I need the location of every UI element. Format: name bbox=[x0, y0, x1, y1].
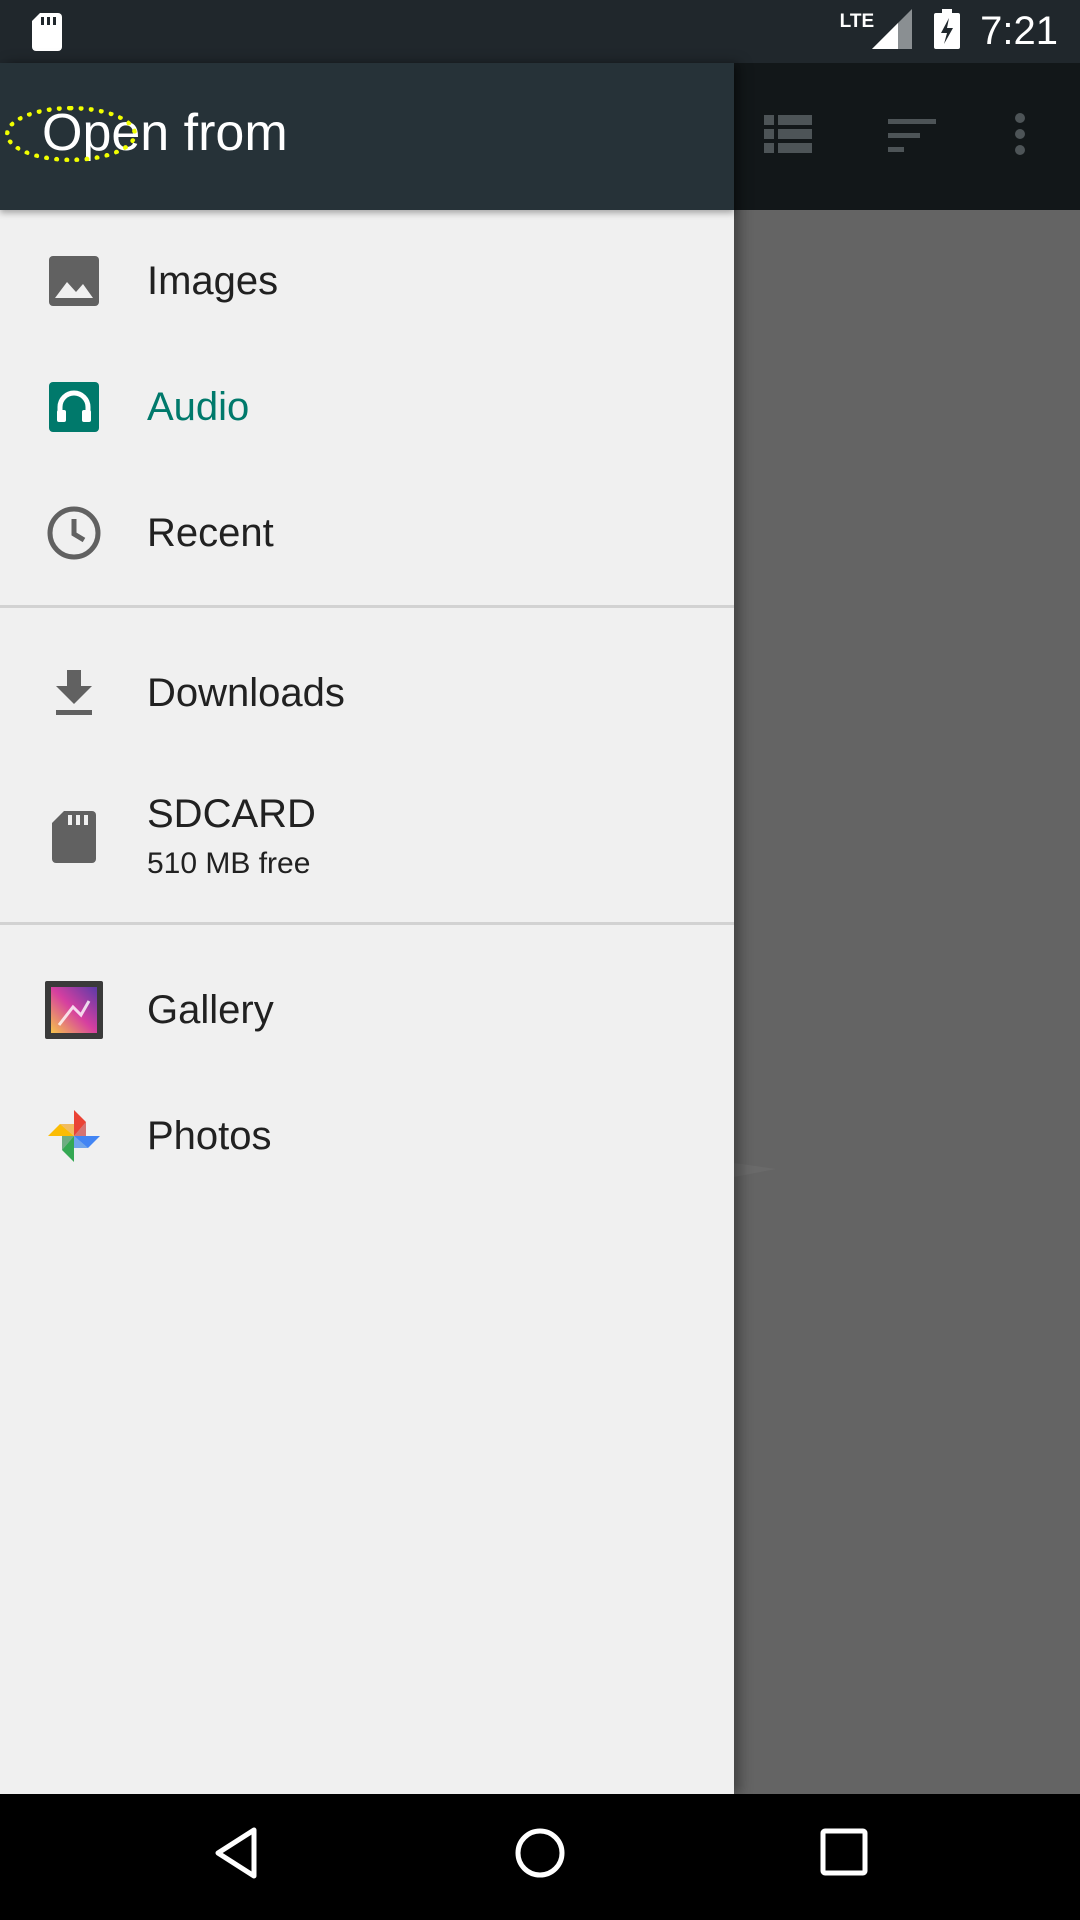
drawer-item-label: Recent bbox=[147, 510, 274, 555]
drawer-item-text: SDCARD 510 MB free bbox=[147, 790, 316, 884]
drawer-item-label: Photos bbox=[147, 1113, 272, 1158]
drawer-scrim[interactable] bbox=[734, 210, 1080, 1794]
drawer-item-label: Images bbox=[147, 258, 279, 303]
back-icon[interactable] bbox=[214, 1826, 258, 1885]
faint-arrow-icon bbox=[734, 1155, 782, 1190]
drawer-item-recent[interactable]: Recent bbox=[0, 470, 734, 596]
drawer-item-label: Audio bbox=[147, 384, 250, 429]
drawer-item-sdcard[interactable]: SDCARD 510 MB free bbox=[0, 756, 734, 918]
drawer-list: Images Audio Recent Downloads SDCARD 510… bbox=[0, 210, 734, 1199]
focus-highlight bbox=[5, 106, 137, 162]
image-icon bbox=[44, 251, 104, 311]
headphones-icon bbox=[44, 377, 104, 437]
gallery-app-icon bbox=[44, 980, 104, 1040]
signal-icon bbox=[872, 9, 913, 54]
drawer-item-photos[interactable]: Photos bbox=[0, 1073, 734, 1199]
drawer-item-label: SDCARD bbox=[147, 792, 316, 836]
system-navigation-bar bbox=[0, 1794, 1080, 1920]
drawer-item-gallery[interactable]: Gallery bbox=[0, 947, 734, 1073]
app-toolbar bbox=[734, 63, 1080, 210]
drawer-item-audio[interactable]: Audio bbox=[0, 344, 734, 470]
list-view-icon[interactable] bbox=[764, 115, 812, 160]
drawer-header: Open from bbox=[0, 63, 734, 210]
storage-free-label: 510 MB free bbox=[147, 847, 311, 880]
sort-icon[interactable] bbox=[888, 119, 936, 158]
clock-icon bbox=[44, 503, 104, 563]
home-icon[interactable] bbox=[514, 1826, 566, 1885]
drawer-item-label: Gallery bbox=[147, 987, 274, 1032]
status-bar: LTE 7:21 bbox=[0, 0, 1080, 63]
battery-charging-icon bbox=[934, 9, 961, 54]
drawer-item-label: Downloads bbox=[147, 670, 345, 715]
download-icon bbox=[44, 663, 104, 723]
recents-icon[interactable] bbox=[820, 1828, 868, 1881]
navigation-drawer: Open from Images Audio Recent Downloads … bbox=[0, 63, 734, 1794]
overflow-menu-icon[interactable] bbox=[1014, 113, 1026, 160]
drawer-item-images[interactable]: Images bbox=[0, 218, 734, 344]
sd-card-icon bbox=[44, 807, 104, 867]
drawer-item-downloads[interactable]: Downloads bbox=[0, 630, 734, 756]
sd-card-icon bbox=[32, 13, 62, 56]
photos-app-icon bbox=[44, 1106, 104, 1166]
clock-time: 7:21 bbox=[980, 9, 1058, 53]
network-type: LTE bbox=[839, 10, 875, 32]
